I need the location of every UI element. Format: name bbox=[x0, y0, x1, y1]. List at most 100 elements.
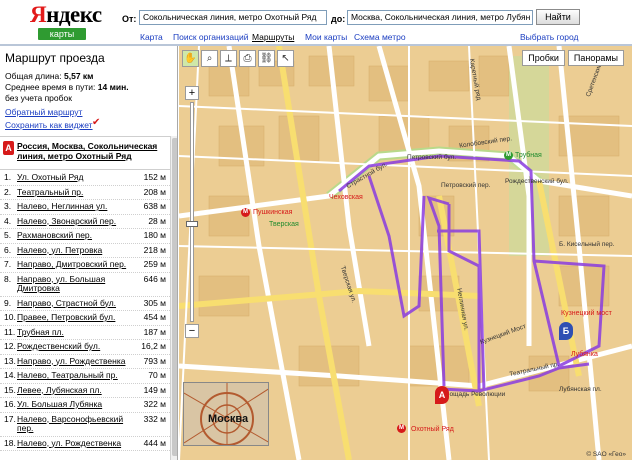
hand-tool-icon[interactable]: ✋ bbox=[182, 50, 199, 67]
route-start[interactable]: А Россия, Москва, Сокольническая линия, … bbox=[0, 136, 170, 170]
zoom-in-button[interactable]: + bbox=[185, 86, 199, 100]
route-step[interactable]: 5. Рахмановский пер. 180 м bbox=[0, 229, 170, 244]
logo-wordmark: ндекс bbox=[46, 2, 102, 27]
route-step[interactable]: 16. Ул. Большая Лубянка 322 м bbox=[0, 398, 170, 413]
step-text[interactable]: Налево, ул. Рождественка bbox=[17, 438, 133, 449]
choose-city-link[interactable]: Выбрать город bbox=[520, 32, 578, 42]
step-distance: 793 м bbox=[143, 355, 166, 366]
step-distance: 187 м bbox=[143, 326, 166, 337]
nav-my-maps[interactable]: Мои карты bbox=[305, 32, 347, 42]
to-field[interactable]: Москва, Сокольническая линия, метро Лубя… bbox=[347, 10, 533, 25]
route-step[interactable]: 17. Налево, Варсонофьевский пер. 332 м bbox=[0, 413, 170, 437]
step-number: 9. bbox=[4, 297, 12, 308]
step-distance: 646 м bbox=[143, 273, 166, 284]
step-text[interactable]: Направо, Дмитровский пер. bbox=[17, 259, 133, 270]
metro-tverskaya[interactable]: Тверская bbox=[269, 221, 299, 228]
zoom-knob[interactable] bbox=[186, 221, 198, 227]
route-step[interactable]: 18. Налево, ул. Рождественка 444 м bbox=[0, 437, 170, 451]
route-end-pin-icon[interactable]: Б bbox=[559, 322, 573, 340]
step-number: 5. bbox=[4, 230, 12, 240]
step-number: 18. bbox=[4, 437, 16, 448]
minimap[interactable]: Москва bbox=[183, 382, 269, 446]
step-distance: 305 м bbox=[143, 297, 166, 308]
panorama-button[interactable]: Панорамы bbox=[567, 50, 624, 66]
traffic-button[interactable]: Пробки bbox=[522, 50, 565, 66]
select-tool-icon[interactable]: ↖ bbox=[277, 50, 294, 67]
reverse-route-link[interactable]: Обратный маршрут bbox=[5, 107, 82, 117]
step-text[interactable]: Налево, Неглинная ул. bbox=[17, 201, 133, 212]
step-distance: 180 м bbox=[143, 230, 166, 240]
from-label: От: bbox=[122, 14, 137, 24]
step-distance: 454 м bbox=[143, 312, 166, 322]
logo-text: Яндекс bbox=[30, 3, 102, 27]
step-text[interactable]: Театральный пр. bbox=[17, 187, 133, 198]
find-button[interactable]: Найти bbox=[536, 9, 580, 25]
step-text[interactable]: Налево, Звонарский пер. bbox=[17, 216, 133, 227]
step-text[interactable]: Направо, Страстной бул. bbox=[17, 298, 133, 309]
step-text[interactable]: Рахмановский пер. bbox=[17, 230, 133, 241]
nav-metro-scheme[interactable]: Схема метро bbox=[354, 32, 406, 42]
start-marker-icon: А bbox=[3, 141, 14, 155]
step-text[interactable]: Левее, Лубянская пл. bbox=[17, 385, 133, 396]
step-text[interactable]: Ул. Охотный Ряд bbox=[17, 172, 133, 183]
step-text[interactable]: Ул. Большая Лубянка bbox=[17, 399, 133, 410]
route-step[interactable]: 10. Правее, Петровский бул. 454 м bbox=[0, 311, 170, 326]
minimap-label: Москва bbox=[208, 413, 249, 425]
zoom-slider[interactable] bbox=[186, 102, 198, 322]
nav-map[interactable]: Карта bbox=[140, 32, 163, 42]
route-step[interactable]: 12. Рождественский бул. 16,2 м bbox=[0, 340, 170, 355]
map-canvas[interactable]: Петровский пер. Страстной бул. Петровски… bbox=[179, 46, 632, 460]
route-step[interactable]: 4. Налево, Звонарский пер. 28 м bbox=[0, 215, 170, 229]
route-step[interactable]: 2. Театральный пр. 208 м bbox=[0, 186, 170, 200]
route-step[interactable]: 7. Направо, Дмитровский пер. 259 м bbox=[0, 258, 170, 273]
step-text[interactable]: Направо, ул. Большая Дмитровка bbox=[17, 274, 133, 294]
route-start-pin-icon[interactable]: А bbox=[435, 386, 449, 404]
step-text[interactable]: Трубная пл. bbox=[17, 327, 133, 338]
route-step[interactable]: 1. Ул. Охотный Ряд 152 м bbox=[0, 171, 170, 186]
step-text[interactable]: Налево, ул. Петровка bbox=[17, 245, 133, 256]
metro-okhotny-ryad[interactable]: Охотный Ряд bbox=[411, 426, 454, 433]
from-field[interactable]: Сокольническая линия, метро Охотный Ряд bbox=[139, 10, 327, 25]
save-widget-link[interactable]: Сохранить как виджет bbox=[5, 120, 93, 130]
zoom-tool-icon[interactable]: ⌕ bbox=[201, 50, 218, 67]
route-step[interactable]: 8. Направо, ул. Большая Дмитровка 646 м bbox=[0, 273, 170, 297]
route-step[interactable]: 14. Налево, Театральный пр. 70 м bbox=[0, 369, 170, 384]
zoom-out-button[interactable]: − bbox=[185, 324, 199, 338]
route-step[interactable]: 13. Направо, ул. Рождественка 793 м bbox=[0, 355, 170, 369]
metro-icon: M bbox=[504, 151, 513, 160]
route-step[interactable]: 3. Налево, Неглинная ул. 638 м bbox=[0, 200, 170, 215]
scroll-thumb[interactable] bbox=[172, 138, 177, 456]
metro-icon: M bbox=[241, 208, 250, 217]
metro-chekhovskaya[interactable]: Чеховская bbox=[329, 194, 363, 201]
step-number: 11. bbox=[4, 326, 16, 337]
step-number: 14. bbox=[4, 370, 16, 380]
print-icon[interactable]: ⎙ bbox=[239, 50, 256, 67]
metro-pushkinskaya[interactable]: Пушкинская bbox=[253, 209, 292, 216]
to-label: до: bbox=[331, 14, 346, 24]
step-text[interactable]: Рождественский бул. bbox=[17, 341, 133, 352]
zoom-control: + − bbox=[185, 86, 199, 338]
step-number: 4. bbox=[4, 215, 12, 226]
route-step[interactable]: 11. Трубная пл. 187 м bbox=[0, 326, 170, 340]
metro-lubyanka[interactable]: Лубянка bbox=[571, 351, 598, 358]
nav-org-search[interactable]: Поиск организаций bbox=[173, 32, 248, 42]
metro-kuznetsky-most[interactable]: Кузнецкий мост bbox=[561, 310, 612, 317]
route-steps: 1. Ул. Охотный Ряд 152 м 2. Театральный пр. 2… bbox=[0, 171, 170, 451]
route-step[interactable]: 9. Направо, Страстной бул. 305 м bbox=[0, 297, 170, 311]
step-number: 15. bbox=[4, 384, 16, 395]
route-step[interactable]: 6. Налево, ул. Петровка 218 м bbox=[0, 244, 170, 258]
step-number: 1. bbox=[4, 172, 12, 182]
link-icon[interactable]: ⛓ bbox=[258, 50, 275, 67]
metro-trubnaya[interactable]: Трубная bbox=[515, 152, 542, 159]
step-text[interactable]: Правее, Петровский бул. bbox=[17, 312, 133, 323]
route-step[interactable]: 15. Левее, Лубянская пл. 149 м bbox=[0, 384, 170, 398]
step-text[interactable]: Направо, ул. Рождественка bbox=[17, 356, 133, 367]
nav-routes[interactable]: Маршруты bbox=[252, 32, 294, 42]
ruler-tool-icon[interactable]: ⟂ bbox=[220, 50, 237, 67]
step-text[interactable]: Налево, Варсонофьевский пер. bbox=[17, 414, 133, 434]
step-text[interactable]: Налево, Театральный пр. bbox=[17, 370, 133, 381]
step-distance: 152 м bbox=[143, 172, 166, 182]
map-label: Петровский бул. bbox=[407, 154, 457, 161]
panel-scrollbar[interactable] bbox=[170, 136, 177, 460]
step-number: 16. bbox=[4, 399, 16, 409]
